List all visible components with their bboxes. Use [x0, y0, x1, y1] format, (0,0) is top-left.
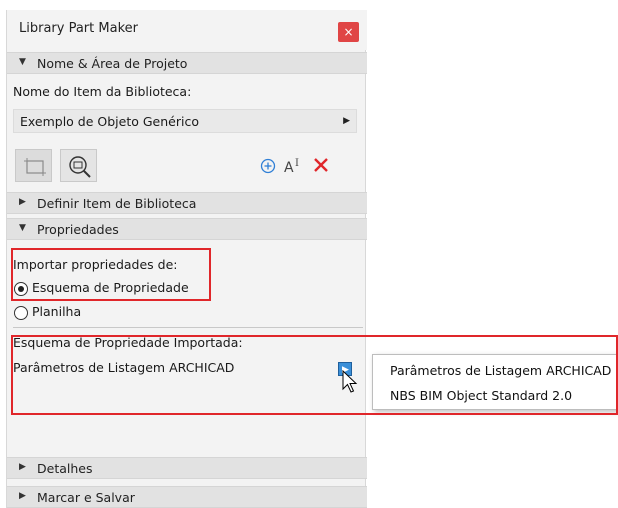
panel-titlebar: Library Part Maker × [7, 10, 367, 50]
section-label: Propriedades [37, 222, 119, 237]
section-label: Marcar e Salvar [37, 490, 135, 505]
section-header-nome-area[interactable]: ▼ Nome & Área de Projeto [7, 52, 367, 74]
zoom-select-icon [69, 156, 91, 178]
zoom-select-button[interactable] [60, 149, 97, 182]
text-tool-icon[interactable]: A I [283, 155, 305, 175]
radio-selected-dot [18, 286, 24, 292]
section-header-definir[interactable]: ▶ Definir Item de Biblioteca [7, 192, 367, 214]
radio-schema[interactable] [14, 282, 28, 296]
radio-sheet-label[interactable]: Planilha [32, 304, 81, 319]
library-item-name-label: Nome do Item da Biblioteca: [13, 84, 192, 99]
imported-schema-value: Parâmetros de Listagem ARCHICAD [13, 360, 235, 375]
rectangle-select-icon [24, 158, 46, 176]
svg-text:A: A [284, 160, 294, 175]
close-button[interactable]: × [338, 22, 359, 42]
popup-option-archicad[interactable]: Parâmetros de Listagem ARCHICAD [390, 363, 611, 378]
add-circle-icon[interactable] [259, 157, 277, 175]
section-header-marcar[interactable]: ▶ Marcar e Salvar [7, 486, 367, 508]
divider [13, 327, 363, 328]
collapsed-triangle-icon: ▶ [19, 491, 26, 501]
expanded-triangle-icon: ▼ [19, 57, 26, 67]
section-header-propriedades[interactable]: ▼ Propriedades [7, 218, 367, 240]
section-label: Nome & Área de Projeto [37, 56, 188, 71]
expanded-triangle-icon: ▼ [19, 223, 26, 233]
imported-schema-label: Esquema de Propriedade Importada: [13, 335, 243, 350]
collapsed-triangle-icon: ▶ [19, 197, 26, 207]
dropdown-value: Exemplo de Objeto Genérico [20, 114, 199, 129]
collapsed-triangle-icon: ▶ [19, 462, 26, 472]
library-part-maker-panel: Library Part Maker × ▼ Nome & Área de Pr… [6, 10, 367, 508]
chevron-right-icon: ▶ [343, 116, 350, 126]
section-label: Definir Item de Biblioteca [37, 196, 197, 211]
window-title: Library Part Maker [19, 21, 138, 36]
svg-text:I: I [295, 158, 299, 169]
section-label: Detalhes [37, 461, 93, 476]
section-header-detalhes[interactable]: ▶ Detalhes [7, 457, 367, 479]
import-properties-label: Importar propriedades de: [13, 257, 178, 272]
library-item-name-dropdown[interactable]: Exemplo de Objeto Genérico ▶ [13, 109, 357, 133]
popup-option-nbs[interactable]: NBS BIM Object Standard 2.0 [390, 388, 572, 403]
rectangle-select-button[interactable] [15, 149, 52, 182]
radio-sheet[interactable] [14, 306, 28, 320]
radio-schema-label[interactable]: Esquema de Propriedade [32, 280, 189, 295]
delete-x-icon[interactable] [312, 156, 330, 174]
mouse-cursor-icon [342, 370, 358, 393]
schema-popup-menu: Parâmetros de Listagem ARCHICAD NBS BIM … [372, 354, 618, 410]
